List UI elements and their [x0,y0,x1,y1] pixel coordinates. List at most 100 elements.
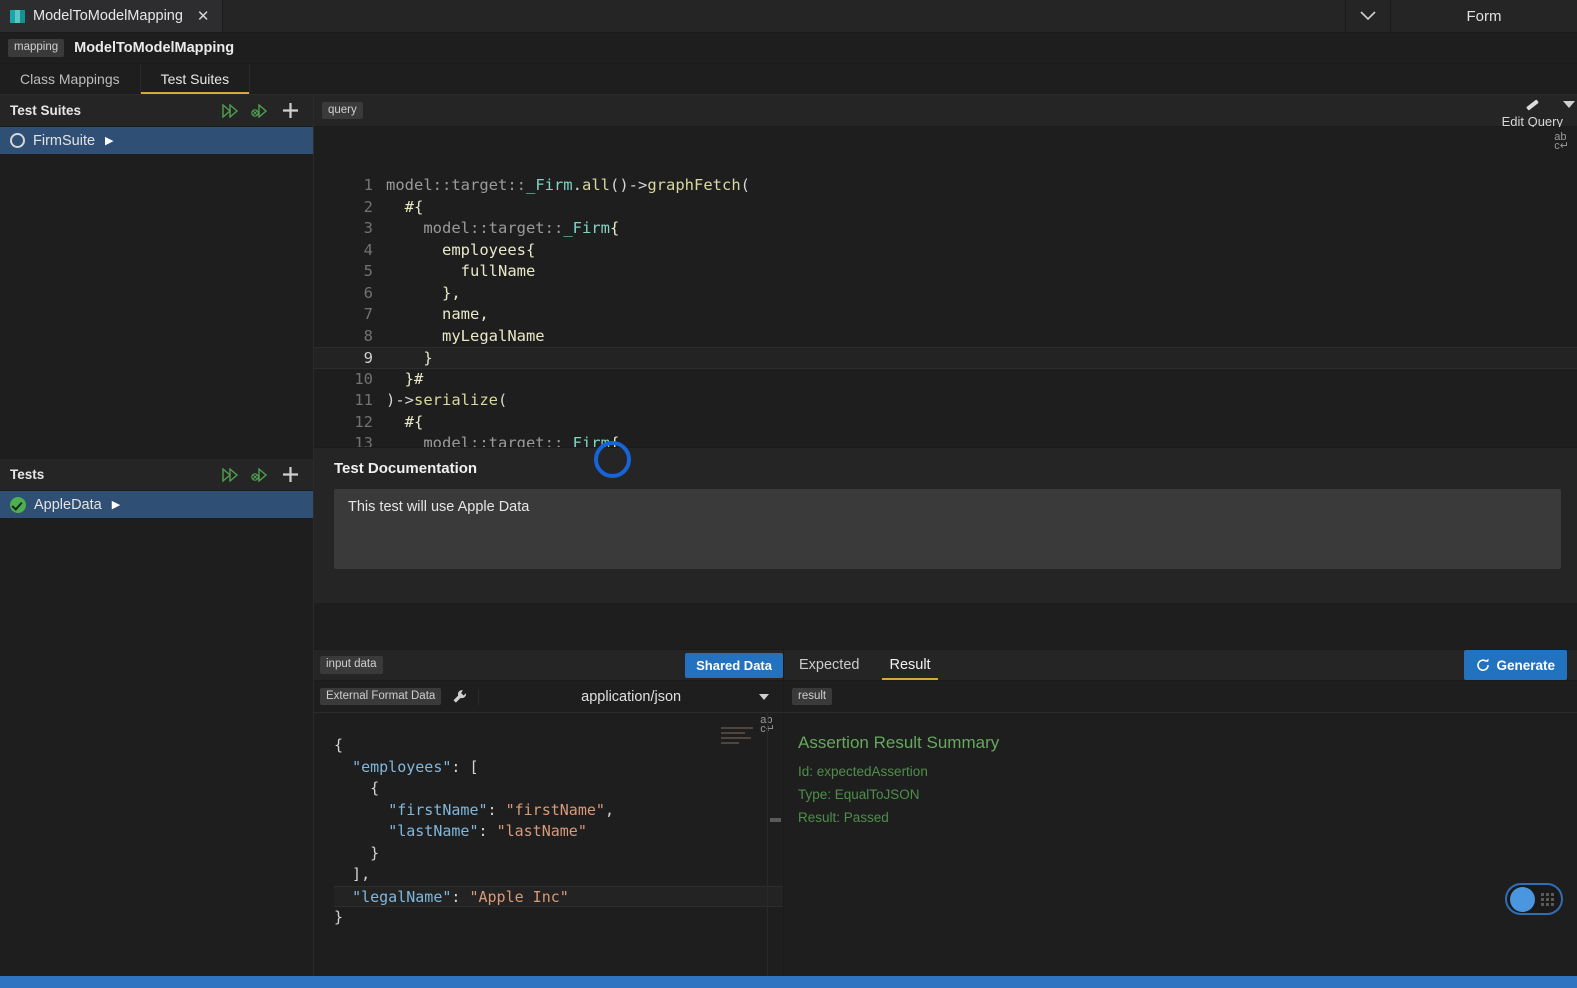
tab-class-mappings[interactable]: Class Mappings [0,64,141,94]
test-documentation-text[interactable]: This test will use Apple Data [334,489,1561,569]
result-badge: result [792,687,833,706]
test-name: AppleData [34,496,102,513]
query-code-editor[interactable]: ab c↵ 1 model::target::_Firm.all()->graphF… [314,127,1577,447]
line-number: 11 [354,391,373,409]
chevron-down-icon[interactable] [1345,0,1391,32]
status-passed-icon [10,496,26,513]
line-number: 7 [363,305,373,323]
shared-data-button[interactable]: Shared Data [685,652,783,678]
test-suites-list: FirmSuite ▶ [0,127,313,459]
line-number: 3 [363,219,373,237]
line-number: 8 [363,326,373,345]
code-line: 6 }, [314,283,1577,305]
code-text: }# [386,369,424,388]
code-text: #{ [386,197,424,216]
generate-button[interactable]: Generate [1464,650,1567,680]
json-scrollbar[interactable] [767,713,783,976]
scrollbar-thumb[interactable] [770,818,781,822]
wrench-icon[interactable] [441,688,480,705]
form-view-button[interactable]: Form [1391,0,1577,32]
editor-tab-label: ModelToModelMapping [33,8,183,24]
main-tab-strip: Class Mappings Test Suites [0,64,1577,95]
code-text: } [386,349,433,367]
assertion-result: Result: Passed [798,810,889,825]
left-column: Test Suites FirmSuite ▶ Tests AppleData … [0,95,314,976]
result-header: result [784,681,1577,712]
list-item[interactable]: AppleData ▶ [0,491,313,518]
assistant-toggle[interactable] [1505,883,1563,915]
code-line: 3 model::target::_Firm{ [314,218,1577,240]
code-line: 1 model::target::_Firm.all()->graphFetch( [314,175,1577,197]
code-line: 7 name, [314,304,1577,326]
run-all-icon[interactable] [215,98,245,124]
json-line: "firstName": "firstName", [388,800,614,819]
application-window: ModelToModelMapping ✕ Form mapping Model… [0,0,1577,988]
json-line: } [334,908,344,926]
add-test-icon[interactable] [275,462,305,488]
line-number: 2 [363,197,373,216]
external-format-controls: External Format Data application/json [314,681,784,712]
json-line: { [334,779,380,797]
chevron-down-icon[interactable] [1563,101,1575,108]
test-suites-title: Test Suites [10,103,82,118]
test-detail-area: Test Documentation This test will use Ap… [314,447,1577,976]
refresh-icon [1477,658,1490,671]
code-text: myLegalName [386,326,545,345]
assertion-id: Id: expectedAssertion [798,764,928,779]
code-text: model::target::_Firm.all()->graphFetch( [386,176,750,194]
editor-tab-bar: ModelToModelMapping ✕ Form [0,0,1577,33]
grip-dots-icon [1541,892,1554,906]
line-number: 12 [354,412,373,431]
test-suites-header: Test Suites [0,95,313,127]
run-test-icon[interactable]: ▶ [112,498,120,511]
line-number: 6 [363,283,373,302]
element-type-badge: mapping [8,39,65,57]
tab-expected[interactable]: Expected [784,650,874,680]
tests-list: AppleData ▶ [0,491,313,976]
mime-type-select[interactable]: application/json [479,689,783,705]
json-line: "employees": [ [352,757,479,776]
workspace-body: Test Suites FirmSuite ▶ Tests AppleData … [0,95,1577,976]
line-number: 9 [363,349,373,367]
json-lines: { "employees": [ { "firstName": "firstNa… [314,713,783,976]
edit-query-button[interactable]: Edit Query [1502,100,1563,129]
tab-bar-spacer [222,0,1345,32]
tab-result[interactable]: Result [874,650,945,680]
line-number: 10 [354,369,373,388]
code-line: 4 employees{ [314,240,1577,262]
json-line: ], [334,865,371,883]
pencil-icon [1524,100,1540,114]
status-bar [0,976,1577,988]
map-icon [10,9,25,23]
line-number: 13 [354,434,373,447]
add-test-suite-icon[interactable] [275,98,305,124]
editor-tab-modeltomodelmapping[interactable]: ModelToModelMapping ✕ [0,0,223,32]
list-item[interactable]: FirmSuite ▶ [0,127,313,154]
data-content-row: ab c↵ { "employees": [ { "firstName": "fi… [314,713,1577,976]
run-suite-icon[interactable]: ▶ [105,134,113,147]
close-icon[interactable]: ✕ [197,7,210,25]
tab-test-suites[interactable]: Test Suites [140,64,251,94]
input-data-header: input data Shared Data [314,650,784,680]
json-line: "lastName": "lastName" [388,822,587,840]
code-line: 9 } [314,347,1577,369]
code-line: 5 fullName [314,261,1577,283]
json-line: { [334,736,344,754]
run-failing-icon[interactable] [245,98,275,124]
data-tabs-row: input data Shared Data Expected Result G… [314,649,1577,681]
assertion-type: Type: EqualToJSON [798,787,920,802]
assertion-summary-title: Assertion Result Summary [798,733,1000,752]
line-number: 4 [363,240,373,259]
code-lines: 1 model::target::_Firm.all()->graphFetch(… [314,127,1577,447]
run-all-icon[interactable] [215,462,245,488]
code-line: 12 #{ [314,412,1577,434]
external-format-badge: External Format Data [320,687,442,706]
code-line: 2 #{ [314,197,1577,219]
code-line: 10 }# [314,369,1577,391]
detail-spacer [314,603,1577,649]
run-failing-icon[interactable] [245,462,275,488]
json-input-editor[interactable]: ab c↵ { "employees": [ { "firstName": "fi… [314,713,784,976]
status-circle-icon [10,133,25,148]
code-line: 11)->serialize( [314,390,1577,412]
minimap [721,727,757,745]
